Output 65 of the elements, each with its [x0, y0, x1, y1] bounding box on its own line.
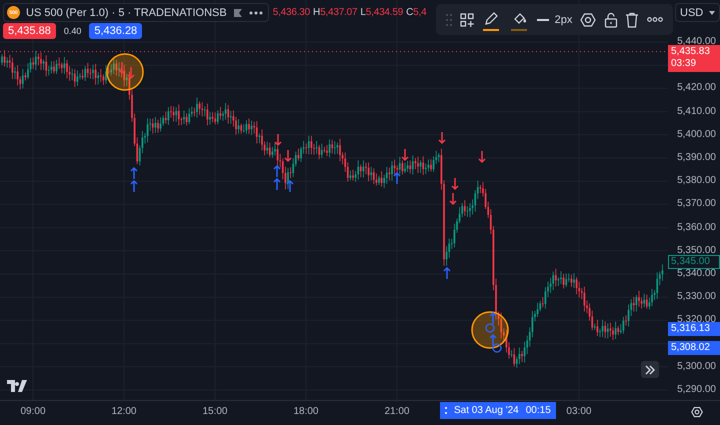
price-marker: 5,316.13	[668, 322, 720, 336]
double-chevron-icon	[645, 364, 655, 374]
ohlc-value: 5,436.30	[272, 7, 310, 18]
symbol-title: US 500 (Per 1.0) · 5 · TRADENATIONSB	[26, 6, 227, 18]
time-label: 03:00	[565, 406, 592, 417]
highlight-circle	[471, 311, 509, 349]
down-arrow-icon	[274, 133, 282, 146]
ohlc-value: L5,434.59	[360, 7, 404, 18]
price-label: 5,330.00	[677, 291, 716, 304]
time-label: 12:00	[110, 406, 138, 417]
flag-icon[interactable]	[232, 8, 243, 18]
price-label: 5,380.00	[677, 175, 716, 188]
add-template-icon[interactable]	[460, 12, 474, 26]
price-label: 5,340.00	[677, 268, 716, 280]
price-label: 5,290.00	[677, 384, 716, 396]
price-marker: 5,308.02	[668, 341, 720, 356]
up-arrow-icon	[443, 266, 451, 280]
trash-icon[interactable]	[625, 12, 640, 28]
down-arrow-icon	[451, 177, 459, 190]
anchor-point-icon[interactable]	[492, 343, 502, 353]
price-label: 5,400.00	[677, 128, 716, 141]
crosshair-time: 00:15	[526, 405, 551, 416]
time-label: 15:00	[201, 406, 228, 417]
price-label: 5,360.00	[677, 222, 716, 234]
buy-button[interactable]: 5,436.28	[89, 23, 142, 39]
price-marker: 5,345.00	[668, 255, 720, 270]
down-arrow-icon	[284, 149, 292, 162]
scroll-to-latest-button[interactable]	[641, 361, 659, 378]
more-icon[interactable]	[647, 17, 664, 22]
line-width-button[interactable]: 2px	[536, 14, 572, 26]
price-label: 5,350.00	[677, 244, 716, 257]
chart-logo[interactable]	[7, 380, 29, 392]
price-label: 5,390.00	[677, 152, 716, 164]
price-label: 5,420.00	[677, 82, 716, 94]
currency-dropdown[interactable]: USD	[675, 3, 720, 22]
bar-countdown: 03:39	[671, 58, 698, 70]
time-label: 18:00	[292, 406, 320, 417]
settings-icon[interactable]	[691, 406, 703, 418]
price-label: 5,300.00	[677, 360, 716, 373]
ohlc-value: H5,437.07	[313, 7, 358, 18]
caret-icon	[709, 10, 715, 14]
spread-value: 0.40	[64, 26, 82, 36]
sell-button[interactable]: 5,435.88	[3, 23, 56, 39]
time-label: 09:00	[19, 406, 47, 417]
down-arrow-icon	[449, 192, 457, 206]
up-arrow-icon	[489, 334, 497, 347]
last-price: 5,435.83	[671, 46, 711, 58]
up-arrow-icon	[286, 180, 294, 193]
price-label: 5,440.00	[677, 36, 716, 47]
price-label: 5,370.00	[677, 198, 716, 210]
down-arrow-icon	[401, 148, 409, 162]
up-arrow-icon	[393, 172, 401, 185]
up-arrow-icon	[489, 312, 497, 325]
settings-icon[interactable]	[580, 12, 596, 28]
unlocked-lock-icon[interactable]	[604, 12, 618, 28]
grip-icon[interactable]	[446, 14, 452, 26]
pencil-icon	[483, 10, 500, 26]
time-label: 21:00	[383, 406, 410, 417]
more-icon[interactable]	[248, 10, 263, 14]
crosshair-date: Sat 03 Aug '24	[454, 405, 519, 416]
highlight-circle	[106, 53, 144, 91]
down-arrow-icon	[438, 131, 446, 144]
price-label: 5,410.00	[677, 106, 716, 118]
down-arrow-icon	[478, 150, 486, 164]
ohlc-value: C5,4	[406, 7, 426, 18]
